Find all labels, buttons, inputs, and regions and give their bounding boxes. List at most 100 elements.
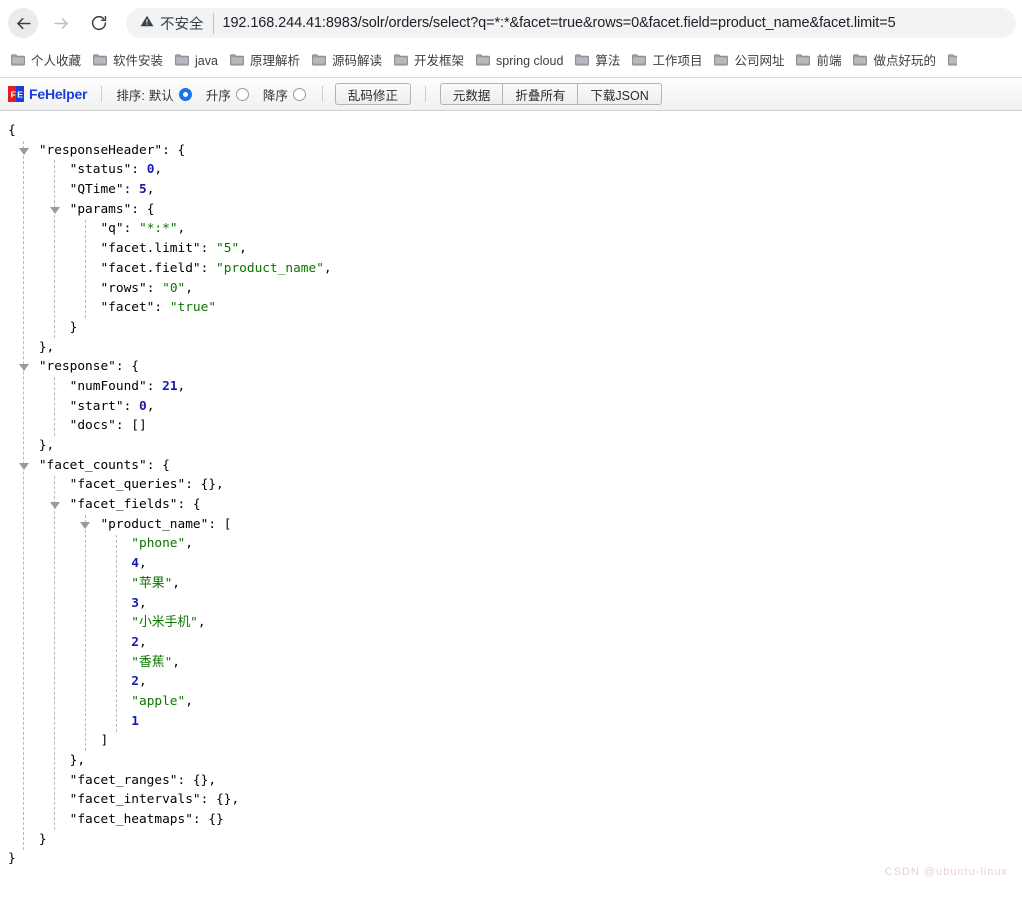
sort-control-group: 排序: 默认 升序 降序 [116, 85, 320, 104]
bookmark-item[interactable]: 个人收藏 [6, 50, 88, 74]
bookmark-label: 个人收藏 [31, 54, 82, 69]
json-key: "q" [100, 221, 124, 237]
json-punctuation: : [146, 280, 163, 296]
json-string-value: "苹果" [131, 575, 173, 591]
json-punctuation: : {} [192, 812, 224, 828]
json-punctuation: , [146, 182, 155, 198]
json-punctuation: : [131, 162, 147, 178]
bookmark-item[interactable]: 软件安装 [88, 50, 170, 74]
action-button[interactable]: 下载JSON [578, 83, 662, 105]
json-number-value: 1 [131, 713, 139, 729]
json-key: "facet.limit" [100, 241, 201, 257]
json-key: "facet_fields" [69, 497, 178, 513]
action-button[interactable]: 折叠所有 [503, 83, 579, 105]
collapse-triangle-icon[interactable] [49, 206, 60, 214]
json-number-value: 2 [131, 634, 139, 650]
sort-label: 排序: [116, 88, 145, 103]
address-bar-url: 192.168.244.41:8983/solr/orders/select?q… [222, 15, 896, 31]
bookmark-label: 工作项目 [652, 54, 703, 69]
json-punctuation: } [38, 831, 47, 847]
svg-text:E: E [17, 90, 23, 100]
collapse-triangle-icon[interactable] [18, 147, 29, 155]
bookmark-item[interactable]: 公司网址 [709, 50, 791, 74]
forward-button[interactable] [46, 8, 76, 38]
json-punctuation: : [200, 241, 217, 257]
bookmark-label: spring cloud [496, 54, 564, 69]
bookmark-item[interactable]: 工作项目 [627, 50, 709, 74]
security-indicator[interactable]: 不安全 [140, 12, 214, 34]
radio-button-icon[interactable] [292, 87, 306, 101]
folder-icon [394, 53, 408, 71]
json-punctuation: , [323, 260, 332, 276]
sort-radio-option[interactable]: 降序 [263, 85, 306, 104]
json-punctuation: : [123, 221, 139, 237]
json-content-viewer[interactable]: CSDN @ubuntu-linux { "responseHeader": {… [0, 111, 1022, 891]
collapse-triangle-icon[interactable] [80, 521, 91, 529]
json-line: ] [8, 731, 1022, 751]
bookmark-item[interactable]: 算法 [570, 50, 627, 74]
security-label: 不安全 [160, 16, 204, 33]
json-line: "facet_counts": { [8, 456, 1022, 476]
folder-icon [575, 53, 590, 71]
json-punctuation: }, [38, 438, 55, 453]
bookmark-item[interactable]: java [170, 50, 225, 74]
bookmark-item[interactable]: 前端 [791, 50, 848, 74]
sort-radio-label: 降序 [262, 88, 288, 103]
collapse-triangle-icon[interactable] [49, 502, 60, 510]
bookmark-item[interactable]: 源码解读 [307, 50, 389, 74]
json-line: "product_name": [ [8, 515, 1022, 535]
json-line: "apple", [8, 692, 1022, 712]
radio-button-icon[interactable] [178, 87, 192, 101]
bookmark-item-partial[interactable] [943, 50, 957, 74]
reload-button[interactable] [84, 8, 114, 38]
sort-radio-option[interactable]: 默认 [149, 85, 192, 104]
collapse-triangle-icon[interactable] [18, 364, 29, 372]
back-button[interactable] [8, 8, 38, 38]
folder-icon [632, 53, 647, 71]
bookmark-label: 做点好玩的 [873, 54, 936, 69]
bookmark-item[interactable]: 原理解析 [225, 50, 307, 74]
fix-encoding-button[interactable]: 乱码修正 [334, 83, 411, 105]
json-punctuation: : [146, 378, 163, 394]
fehelper-brand-label: FeHelper [29, 86, 88, 102]
bookmark-item[interactable]: 做点好玩的 [848, 50, 943, 74]
json-line: }, [8, 338, 1022, 358]
sort-radio-option[interactable]: 升序 [206, 85, 249, 104]
folder-icon [714, 53, 729, 71]
json-line: 2, [8, 633, 1022, 653]
json-line: 4, [8, 554, 1022, 574]
json-string-value: "*:*" [139, 221, 178, 237]
json-line: "facet_heatmaps": {} [8, 810, 1022, 830]
bookmark-item[interactable]: spring cloud [471, 50, 570, 74]
collapse-triangle-icon[interactable] [18, 462, 29, 470]
action-button[interactable]: 元数据 [439, 83, 504, 105]
back-arrow-icon [14, 14, 33, 33]
reload-icon [90, 14, 108, 32]
json-number-value: 2 [131, 674, 139, 690]
json-string-value: "apple" [131, 693, 186, 709]
json-key: "facet_intervals" [69, 792, 201, 808]
radio-button-icon[interactable] [235, 87, 249, 101]
json-punctuation: , [172, 654, 181, 670]
bookmark-item[interactable]: 开发框架 [389, 50, 471, 74]
folder-icon [175, 53, 189, 71]
json-line: "docs": [] [8, 416, 1022, 436]
fehelper-brand[interactable]: F E FeHelper [8, 86, 88, 102]
json-punctuation: , [177, 378, 186, 394]
address-bar[interactable]: 不安全 192.168.244.41:8983/solr/orders/sele… [126, 8, 1016, 38]
sort-radio-label: 默认 [148, 88, 174, 103]
